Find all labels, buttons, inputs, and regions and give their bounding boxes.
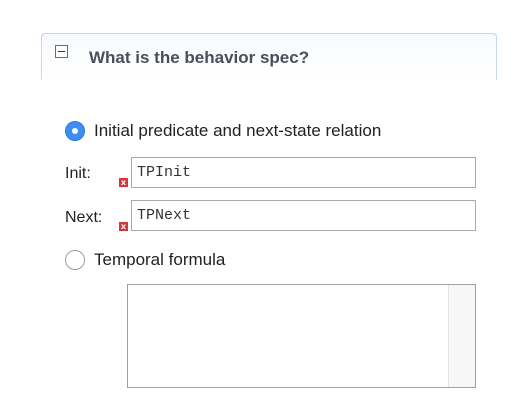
temporal-formula-textarea[interactable] [128,285,448,387]
section-title: What is the behavior spec? [89,48,310,67]
temporal-formula-radio-option[interactable]: Temporal formula [65,250,225,270]
init-error-icon: x [119,178,128,187]
temporal-formula-box [127,284,476,388]
temporal-formula-radio-label: Temporal formula [94,250,226,269]
next-field-label: Next: [65,209,103,226]
next-input[interactable] [131,200,476,231]
init-input[interactable] [131,157,476,188]
init-next-radio-label: Initial predicate and next-state relatio… [94,121,382,140]
collapse-toggle-icon[interactable] [55,45,68,58]
section-header: What is the behavior spec? [41,33,497,80]
init-next-radio-option[interactable]: Initial predicate and next-state relatio… [65,121,381,141]
init-field-label: Init: [65,165,91,182]
init-next-radio[interactable] [65,121,85,141]
next-error-icon: x [119,222,128,231]
vertical-scrollbar[interactable] [448,285,475,387]
temporal-formula-radio[interactable] [65,250,85,270]
